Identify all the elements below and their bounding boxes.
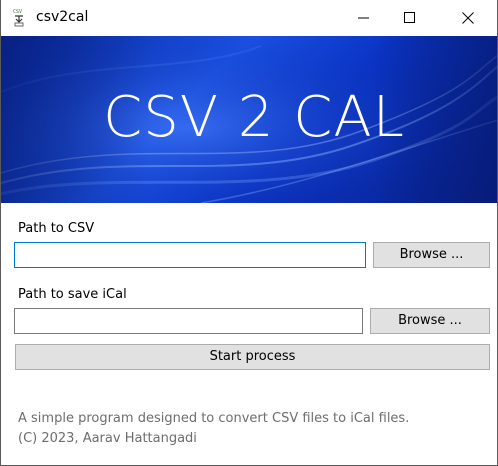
csv-path-label: Path to CSV <box>18 221 95 236</box>
maximize-button[interactable] <box>387 0 433 36</box>
start-process-button[interactable]: Start process <box>15 344 490 370</box>
banner-title: CSV 2 CAL <box>103 85 405 150</box>
csv-path-input[interactable] <box>14 242 366 268</box>
ical-path-label: Path to save iCal <box>18 287 127 302</box>
close-icon <box>462 12 474 24</box>
copyright-text: (C) 2023, Aarav Hattangadi <box>18 431 197 446</box>
window-title: csv2cal <box>36 9 89 25</box>
ical-browse-button[interactable]: Browse ... <box>370 308 490 334</box>
csv-browse-button[interactable]: Browse ... <box>373 242 490 268</box>
ical-path-input[interactable] <box>14 308 363 334</box>
csv2cal-app-icon: CSV <box>12 7 26 27</box>
close-button[interactable] <box>445 0 491 36</box>
title-bar[interactable]: CSV csv2cal <box>1 0 497 36</box>
app-window: CSV csv2cal CSV 2 CAL Path to CSV Browse… <box>0 0 498 466</box>
svg-text:CSV: CSV <box>13 9 22 15</box>
minimize-button[interactable] <box>341 0 387 36</box>
maximize-icon <box>404 12 415 23</box>
header-banner: CSV 2 CAL <box>1 36 497 203</box>
app-description: A simple program designed to convert CSV… <box>18 411 410 426</box>
minimize-icon <box>358 17 369 19</box>
